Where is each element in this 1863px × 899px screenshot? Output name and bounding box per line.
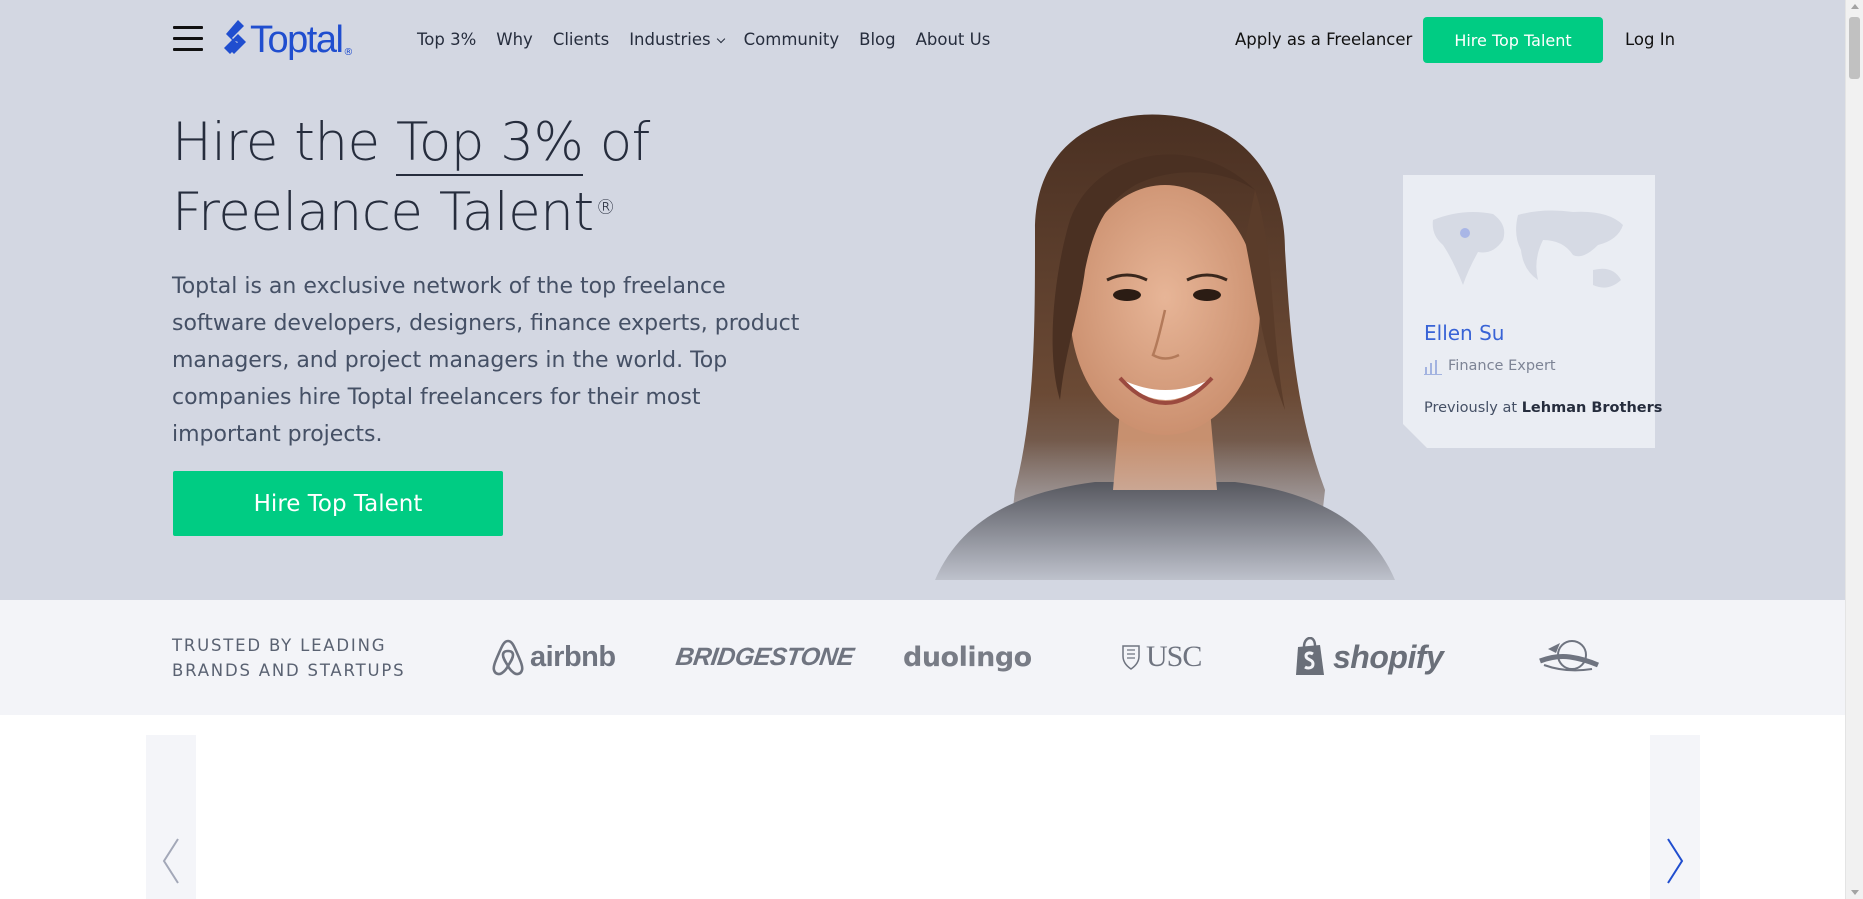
nav-top3[interactable]: Top 3% [417,28,476,52]
chevron-left-icon [162,838,179,884]
headline-pre: Hire the [172,112,396,173]
chevron-down-icon [716,34,725,43]
scroll-down-arrow-icon[interactable] [1851,890,1859,895]
cavaliers-logo [1536,635,1600,679]
toptal-logo[interactable]: Toptal ® [222,18,353,62]
world-map-icon [1432,210,1623,288]
header-hire-top-talent-button[interactable]: Hire Top Talent [1423,17,1603,63]
nav-industries-label: Industries [629,30,711,49]
cavaliers-emblem-icon [1539,640,1599,672]
profile-role: Finance Expert [1448,358,1556,374]
scrollbar-thumb[interactable] [1849,17,1860,79]
page-scrollbar[interactable] [1845,0,1863,899]
hero-headline: Hire the Top 3% of Freelance Talent ® [172,108,650,248]
headline-highlight: Top 3% [396,112,584,176]
hero-lead-text: Toptal is an exclusive network of the to… [172,274,800,447]
login-link[interactable]: Log In [1625,28,1675,52]
site-header: Toptal ® Top 3% Why Clients Industries C… [0,0,1845,80]
hero-section: Toptal ® Top 3% Why Clients Industries C… [0,0,1845,600]
shopify-wordmark: shopify [1333,638,1444,675]
nav-community[interactable]: Community [744,28,840,52]
headline-line2: Freelance Talent [172,182,594,243]
usc-wordmark: USC [1146,640,1202,673]
previously-prefix: Previously at [1424,400,1522,416]
hamburger-menu-icon[interactable] [173,25,203,53]
logo-text: Toptal [250,19,344,61]
shopify-bag-icon [1296,637,1324,675]
headline-post: of [583,112,651,173]
freelancer-portrait-image [895,114,1435,600]
main-nav: Top 3% Why Clients Industries Community … [417,28,1010,52]
trusted-label: TRUSTED BY LEADING BRANDS AND STARTUPS [172,636,406,680]
airbnb-wordmark: airbnb [530,640,616,673]
carousel-prev-button[interactable] [146,735,196,899]
usc-shield-icon [1122,645,1140,670]
usc-logo: USC [1121,635,1202,679]
logo-registered-mark: ® [343,47,354,58]
headline-registered-mark: ® [595,195,616,219]
duolingo-logo: duolingo [903,641,1032,673]
profile-name[interactable]: Ellen Su [1424,321,1504,345]
toptal-logo-mark-icon [224,20,246,54]
shopify-logo: shopify [1293,635,1444,679]
profile-card[interactable]: Ellen Su Finance Expert Previously at Le… [1403,175,1662,448]
apply-as-freelancer-link[interactable]: Apply as a Freelancer [1235,28,1412,52]
card-folded-corner [1403,424,1427,448]
nav-industries[interactable]: Industries [629,28,725,52]
bar-chart-icon [1424,360,1442,375]
trusted-brands-strip: TRUSTED BY LEADING BRANDS AND STARTUPS a… [0,600,1845,715]
nav-clients[interactable]: Clients [553,28,609,52]
airbnb-belo-icon [492,639,524,676]
previous-company: Lehman Brothers [1521,400,1663,416]
testimonial-carousel [0,715,1845,899]
nav-blog[interactable]: Blog [859,28,895,52]
hero-hire-top-talent-button[interactable]: Hire Top Talent [173,471,503,536]
nav-about-us[interactable]: About Us [916,28,991,52]
carousel-next-button[interactable] [1650,735,1700,899]
scroll-up-arrow-icon[interactable] [1851,4,1859,9]
airbnb-logo: airbnb [490,635,616,679]
chevron-right-icon [1667,838,1684,884]
bridgestone-logo: BRIDGESTONE [674,642,856,671]
profile-previous-employer: Previously at Lehman Brothers [1424,400,1662,416]
nav-why[interactable]: Why [496,28,533,52]
